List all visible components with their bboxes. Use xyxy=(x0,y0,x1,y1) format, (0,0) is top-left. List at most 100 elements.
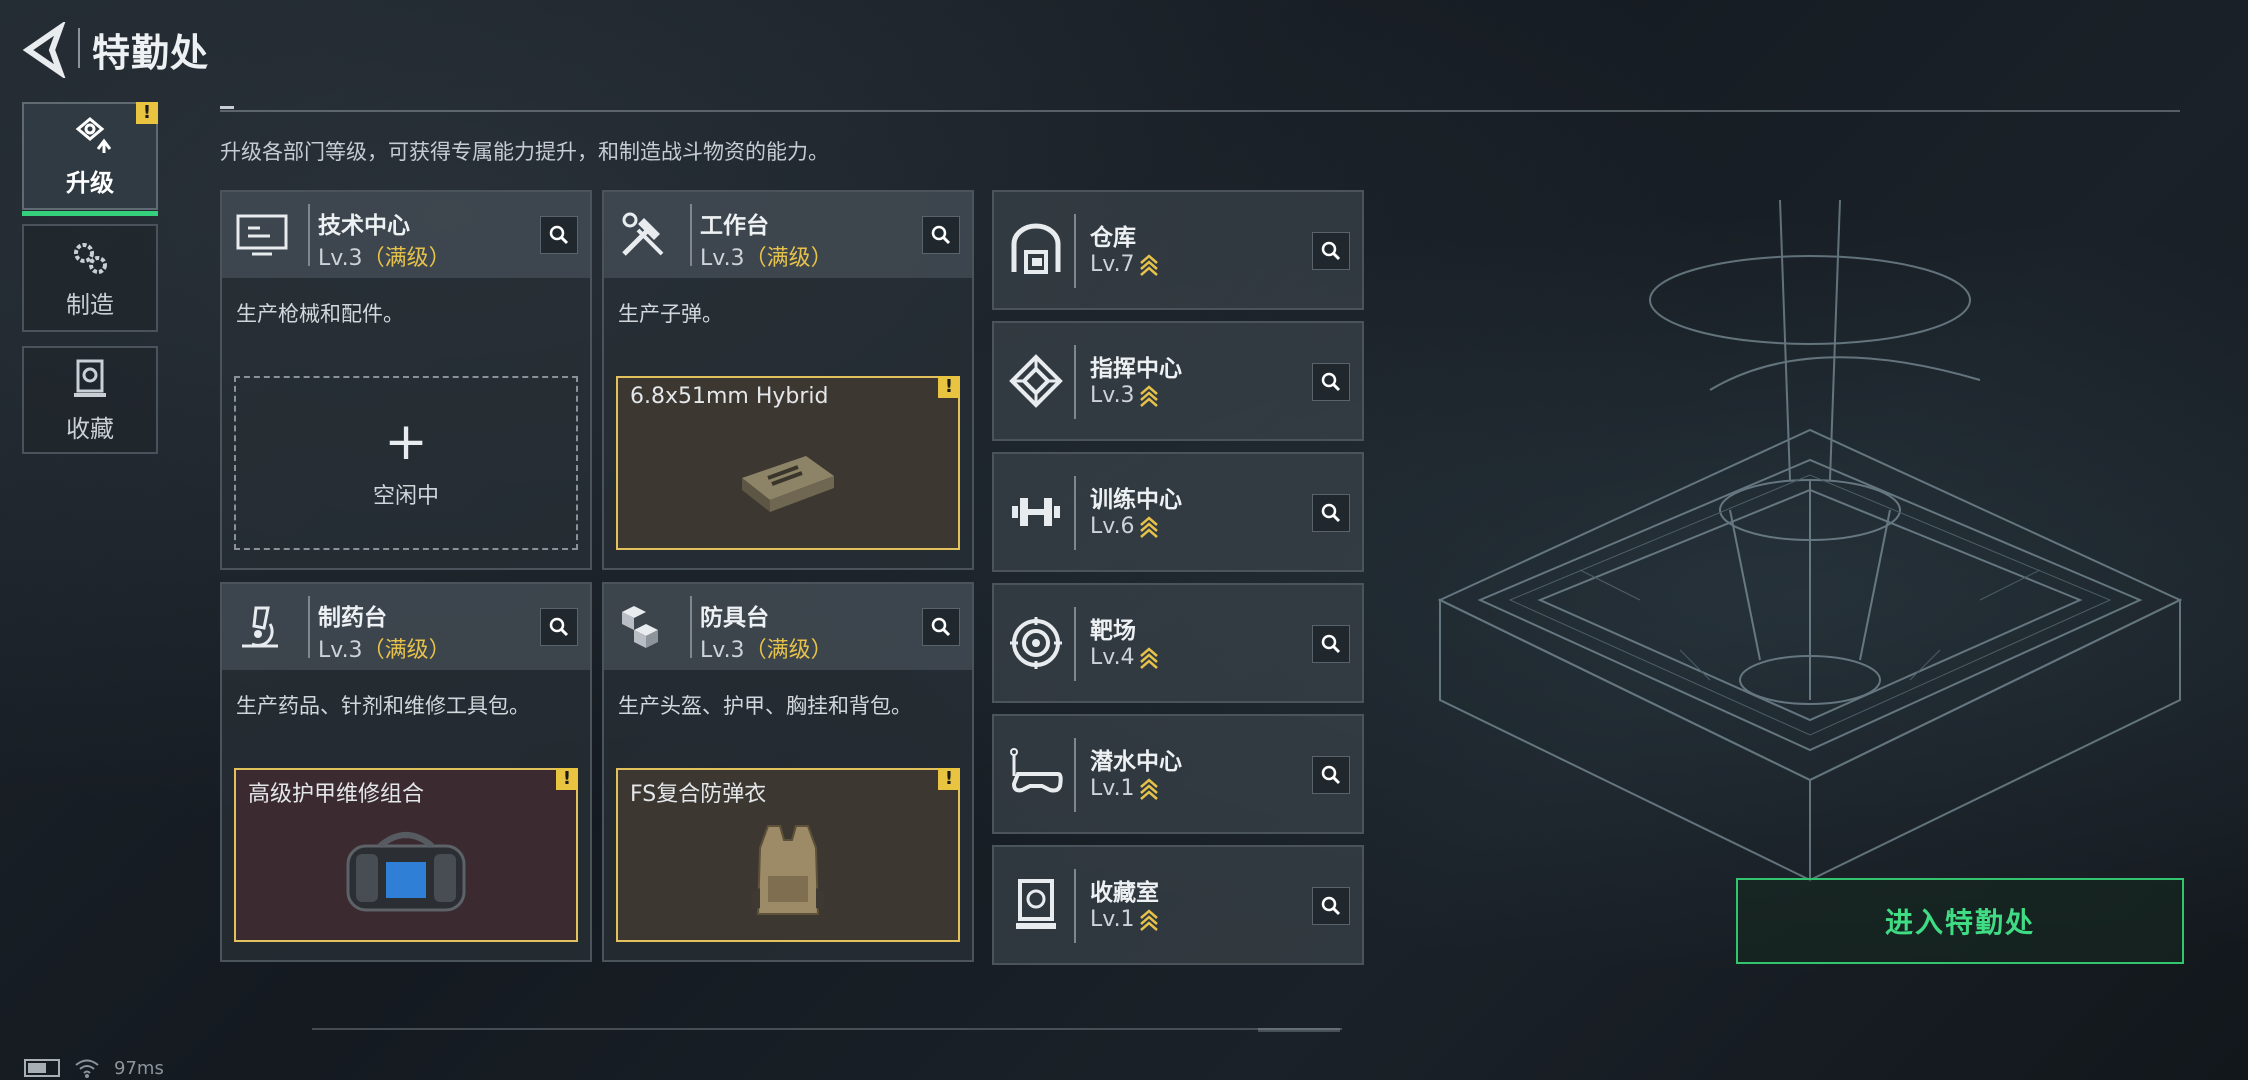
collection-icon xyxy=(74,359,106,397)
inspect-button[interactable] xyxy=(1312,887,1350,925)
dumbbell-icon xyxy=(1012,498,1060,526)
upgrade-chevron-icon xyxy=(1139,909,1158,931)
room-card-command-center[interactable]: 指挥中心 Lv.3 xyxy=(992,321,1364,441)
room-name: 靶场 xyxy=(1090,618,1136,644)
room-divider xyxy=(1074,214,1076,288)
inspect-button[interactable] xyxy=(1312,625,1350,663)
ammo-box-image xyxy=(742,456,834,512)
level-value: Lv.6 xyxy=(1090,514,1135,539)
alert-badge: ! xyxy=(136,102,158,124)
search-icon xyxy=(1321,372,1341,392)
facility-name: 防具台 xyxy=(700,605,769,631)
microscope-icon xyxy=(242,606,278,648)
max-level-tag: （满级） xyxy=(744,246,833,271)
search-icon xyxy=(1321,896,1341,916)
facility-card-pharmacy[interactable]: 制药台 Lv.3（满级） 生产药品、针剂和维修工具包。 高级护甲维修组合 ! xyxy=(220,582,592,962)
inspect-button[interactable] xyxy=(1312,232,1350,270)
card-header: 工作台 Lv.3（满级） xyxy=(604,192,972,278)
inspect-button[interactable] xyxy=(1312,363,1350,401)
bottom-divider-accent xyxy=(1258,1028,1340,1032)
bottom-divider xyxy=(312,1028,1342,1030)
room-name: 仓库 xyxy=(1090,225,1136,251)
upgrade-chevron-icon xyxy=(1139,516,1158,538)
header-divider xyxy=(308,596,310,658)
active-tab-indicator xyxy=(22,211,158,216)
facility-description: 生产头盔、护甲、胸挂和背包。 xyxy=(618,694,912,718)
nav-tab-craft[interactable]: 制造 xyxy=(22,224,158,332)
monitor-icon xyxy=(236,214,288,256)
room-divider xyxy=(1074,869,1076,943)
room-card-shooting-range[interactable]: 靶场 Lv.4 xyxy=(992,583,1364,703)
facility-card-armor-bench[interactable]: 防具台 Lv.3（满级） 生产头盔、护甲、胸挂和背包。 FS复合防弹衣 ! xyxy=(602,582,974,962)
production-slot-item[interactable]: FS复合防弹衣 ! xyxy=(616,768,960,942)
facility-name: 技术中心 xyxy=(318,213,410,239)
facility-name: 工作台 xyxy=(700,213,769,239)
upgrade-chevron-icon xyxy=(1139,385,1158,407)
level-value: Lv.4 xyxy=(1090,645,1135,670)
level-value: Lv.3 xyxy=(318,638,363,663)
header-divider xyxy=(690,596,692,658)
max-level-tag: （满级） xyxy=(362,638,451,663)
inspect-button[interactable] xyxy=(1312,494,1350,532)
gears-icon xyxy=(74,242,107,274)
plus-icon: + xyxy=(384,412,428,472)
search-icon xyxy=(1321,634,1341,654)
room-card-collection-room[interactable]: 收藏室 Lv.1 xyxy=(992,845,1364,965)
search-icon xyxy=(549,617,569,637)
nav-tab-upgrade[interactable]: 升级 ! xyxy=(22,102,158,216)
search-icon xyxy=(549,225,569,245)
inspect-button[interactable] xyxy=(1312,756,1350,794)
facility-card-tech-center[interactable]: 技术中心 Lv.3（满级） 生产枪械和配件。 + 空闲中 xyxy=(220,190,592,570)
level-value: Lv.3 xyxy=(318,246,363,271)
room-level: Lv.7 xyxy=(1090,252,1159,277)
item-name: FS复合防弹衣 xyxy=(630,782,767,807)
card-header: 技术中心 Lv.3（满级） xyxy=(222,192,590,278)
max-level-tag: （满级） xyxy=(744,638,833,663)
alert-badge: ! xyxy=(556,768,578,790)
level-value: Lv.1 xyxy=(1090,776,1135,801)
room-card-dive-center[interactable]: 潜水中心 Lv.1 xyxy=(992,714,1364,834)
facility-description: 生产枪械和配件。 xyxy=(236,302,404,326)
page-title: 特勤处 xyxy=(92,31,210,75)
room-name: 训练中心 xyxy=(1090,487,1182,513)
collection-room-icon xyxy=(1016,879,1056,929)
search-icon xyxy=(931,617,951,637)
room-level: Lv.1 xyxy=(1090,776,1159,801)
facility-level: Lv.3（满级） xyxy=(700,632,833,664)
inspect-button[interactable] xyxy=(922,608,960,646)
search-icon xyxy=(1321,765,1341,785)
level-value: Lv.3 xyxy=(700,638,745,663)
production-slot-item[interactable]: 高级护甲维修组合 ! xyxy=(234,768,578,942)
target-icon xyxy=(1010,617,1062,669)
inspect-button[interactable] xyxy=(922,216,960,254)
header-divider xyxy=(78,28,80,68)
level-value: Lv.1 xyxy=(1090,907,1135,932)
upgrade-chevron-icon xyxy=(1139,778,1158,800)
back-button[interactable] xyxy=(20,20,68,80)
nav-tab-collection[interactable]: 收藏 xyxy=(22,346,158,454)
intro-text: 升级各部门等级，可获得专属能力提升，和制造战斗物资的能力。 xyxy=(220,140,829,164)
room-divider xyxy=(1074,607,1076,681)
production-slot-item[interactable]: 6.8x51mm Hybrid ! xyxy=(616,376,960,550)
item-name: 高级护甲维修组合 xyxy=(248,782,425,807)
inspect-button[interactable] xyxy=(540,216,578,254)
facility-description: 生产子弹。 xyxy=(618,302,723,326)
warehouse-icon xyxy=(1011,223,1061,274)
enter-special-ops-button[interactable]: 进入特勤处 xyxy=(1736,878,2184,964)
search-icon xyxy=(1321,503,1341,523)
room-card-warehouse[interactable]: 仓库 Lv.7 xyxy=(992,190,1364,310)
card-header: 防具台 Lv.3（满级） xyxy=(604,584,972,670)
facility-card-workbench[interactable]: 工作台 Lv.3（满级） 生产子弹。 6.8x51mm Hybrid ! xyxy=(602,190,974,570)
tools-icon xyxy=(622,212,664,256)
status-bar: 97ms xyxy=(24,1056,164,1080)
vest-image xyxy=(752,825,824,915)
room-card-training-center[interactable]: 训练中心 Lv.6 xyxy=(992,452,1364,572)
room-level: Lv.4 xyxy=(1090,645,1159,670)
dive-mask-icon xyxy=(1010,748,1063,793)
inspect-button[interactable] xyxy=(540,608,578,646)
level-value: Lv.3 xyxy=(1090,383,1135,408)
max-level-tag: （满级） xyxy=(362,246,451,271)
facility-name: 制药台 xyxy=(318,605,387,631)
production-slot-empty[interactable]: + 空闲中 xyxy=(234,376,578,550)
room-level: Lv.3 xyxy=(1090,383,1159,408)
